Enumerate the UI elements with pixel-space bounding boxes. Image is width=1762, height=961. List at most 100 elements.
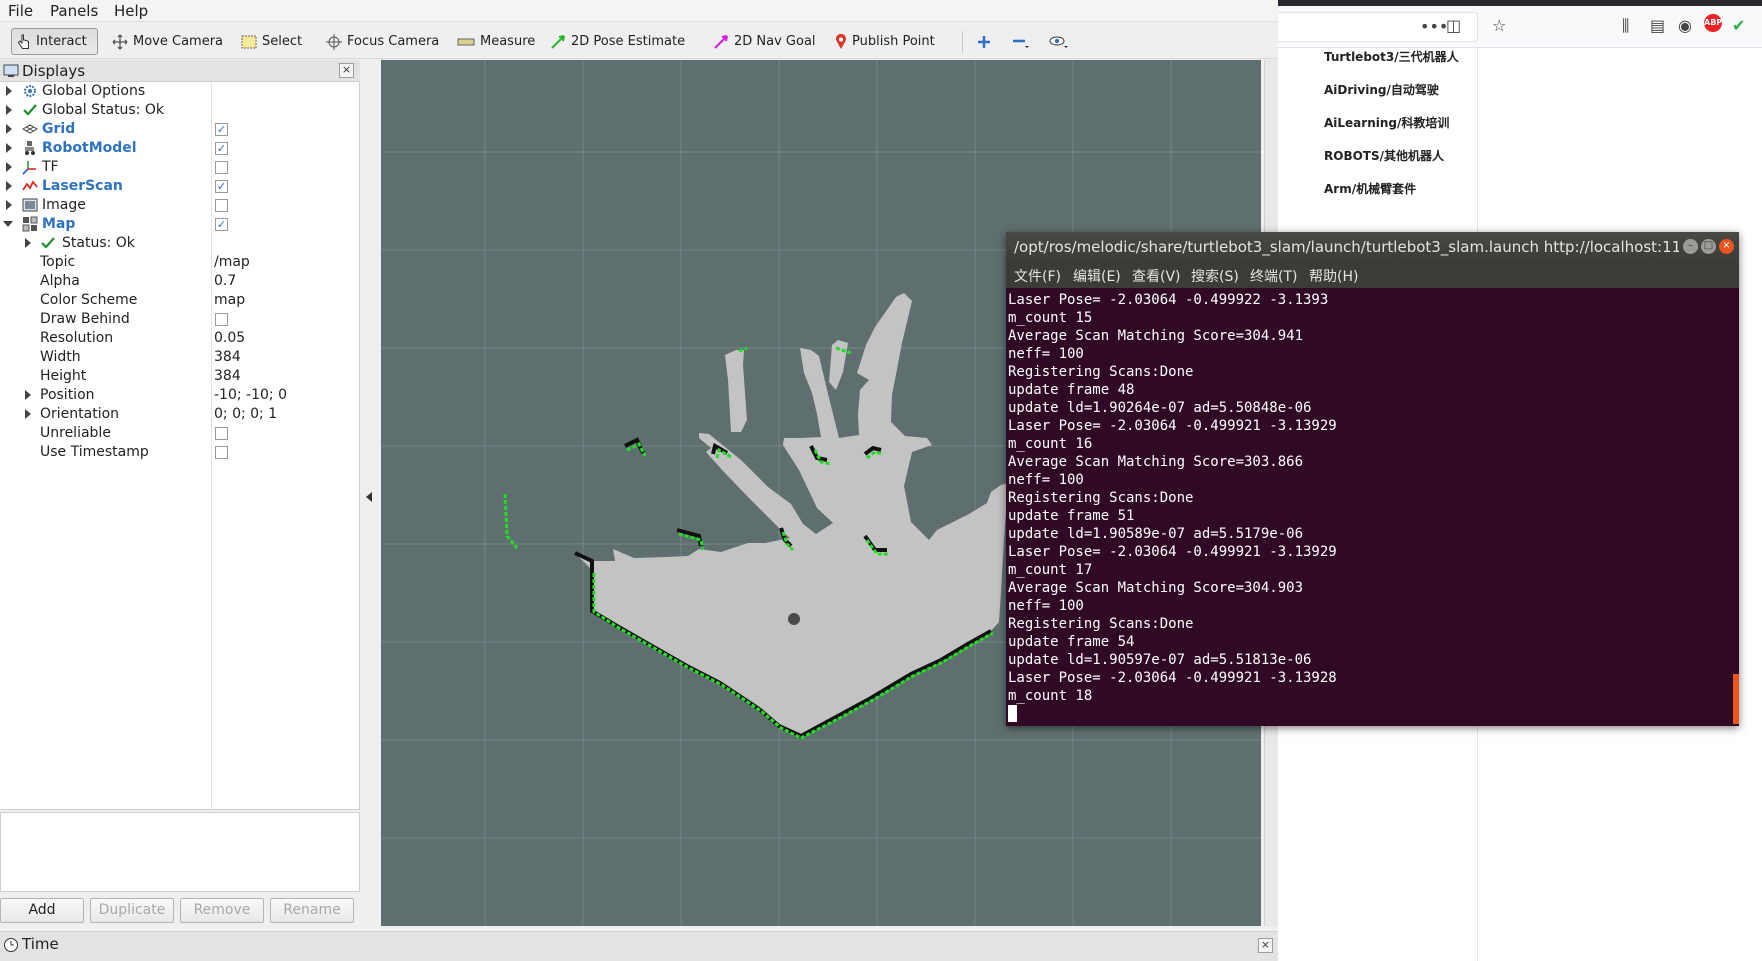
remove-tool-button[interactable] xyxy=(1007,28,1035,55)
maximize-button[interactable]: □ xyxy=(1701,239,1716,254)
terminal-line: Average Scan Matching Score=303.866 xyxy=(1008,454,1304,470)
menu-help[interactable]: Help xyxy=(114,2,148,20)
close-button[interactable]: × xyxy=(1719,239,1734,254)
image-enabled-checkbox[interactable] xyxy=(215,199,228,212)
tree-row-topic[interactable]: Topic /map xyxy=(0,253,360,272)
use-timestamp-checkbox[interactable] xyxy=(215,446,228,459)
pose-estimate-button[interactable]: 2D Pose Estimate xyxy=(545,28,690,55)
tree-row-laserscan[interactable]: LaserScan ✓ xyxy=(0,177,360,196)
position-value: -10; -10; 0 xyxy=(214,387,287,403)
select-tool-button[interactable]: Select xyxy=(236,28,307,55)
rename-display-button[interactable]: Rename xyxy=(270,898,354,923)
laserscan-enabled-checkbox[interactable]: ✓ xyxy=(215,180,228,193)
pocket-icon[interactable]: ◫ xyxy=(1446,16,1461,35)
menubar: File Panels Help xyxy=(0,0,1278,22)
star-icon[interactable]: ☆ xyxy=(1492,16,1506,35)
time-panel-close-button[interactable]: × xyxy=(1258,938,1273,953)
minimize-button[interactable]: – xyxy=(1683,239,1698,254)
ruler-icon xyxy=(457,38,475,45)
laserscan-icon xyxy=(22,180,38,191)
move-camera-label: Move Camera xyxy=(133,34,224,49)
terminal-line: update ld=1.90597e-07 ad=5.51813e-06 xyxy=(1008,652,1312,668)
terminal-line: Registering Scans:Done xyxy=(1008,490,1194,506)
menu-file[interactable]: File xyxy=(8,2,33,20)
measure-tool-button[interactable]: Measure xyxy=(452,28,540,55)
terminal-line: Registering Scans:Done xyxy=(1008,364,1194,380)
publish-point-button[interactable]: Publish Point xyxy=(830,28,940,55)
terminal-title: /opt/ros/melodic/share/turtlebot3_slam/l… xyxy=(1014,238,1679,256)
terminal-output[interactable]: Laser Pose= -2.03064 -0.499922 -3.1393 m… xyxy=(1006,288,1739,726)
view-options-button[interactable] xyxy=(1044,28,1074,55)
tree-row-image[interactable]: Image xyxy=(0,196,360,215)
terminal-menu-file[interactable]: 文件(F) xyxy=(1014,266,1061,286)
tree-row-unreliable[interactable]: Unreliable xyxy=(0,424,360,443)
interact-tool-button[interactable]: Interact xyxy=(11,28,98,55)
nav-link-turtlebot3[interactable]: Turtlebot3/三代机器人 xyxy=(1324,48,1459,65)
more-dots-icon[interactable]: ••• xyxy=(1420,17,1448,36)
tree-row-width[interactable]: Width 384 xyxy=(0,348,360,367)
panel-collapse-handle[interactable] xyxy=(362,60,376,935)
displays-panel: Displays × Global Options Global Status:… xyxy=(0,60,360,935)
sidebar-icon[interactable]: ▤ xyxy=(1650,16,1665,35)
tree-row-color-scheme[interactable]: Color Scheme map xyxy=(0,291,360,310)
duplicate-display-button[interactable]: Duplicate xyxy=(90,898,174,923)
add-display-button[interactable]: Add xyxy=(0,898,84,923)
nav-link-arm[interactable]: Arm/机械臂套件 xyxy=(1324,180,1416,197)
robot-icon xyxy=(25,141,35,155)
terminal-line: m_count 17 xyxy=(1008,562,1093,578)
tree-row-use-timestamp[interactable]: Use Timestamp xyxy=(0,443,360,462)
robotmodel-enabled-checkbox[interactable]: ✓ xyxy=(215,142,228,155)
tree-row-draw-behind[interactable]: Draw Behind xyxy=(0,310,360,329)
nav-link-ailearning[interactable]: AiLearning/科教培训 xyxy=(1324,114,1449,131)
adblock-icon[interactable]: ABP xyxy=(1704,14,1722,32)
tree-row-map-status[interactable]: Status: Ok xyxy=(0,234,360,253)
tree-row-map[interactable]: Map ✓ xyxy=(0,215,360,234)
tf-enabled-checkbox[interactable] xyxy=(215,161,228,174)
shield-icon[interactable]: ✔ xyxy=(1732,16,1745,35)
tree-row-height[interactable]: Height 384 xyxy=(0,367,360,386)
alpha-value[interactable]: 0.7 xyxy=(214,273,236,289)
column-divider[interactable] xyxy=(211,82,212,810)
focus-camera-button[interactable]: Focus Camera xyxy=(321,28,444,55)
terminal-menu-help[interactable]: 帮助(H) xyxy=(1309,266,1358,286)
move-camera-button[interactable]: Move Camera xyxy=(107,28,228,55)
tree-row-global-status[interactable]: Global Status: Ok xyxy=(0,101,360,120)
terminal-menu-search[interactable]: 搜索(S) xyxy=(1191,266,1239,286)
tree-row-robotmodel[interactable]: RobotModel ✓ xyxy=(0,139,360,158)
tree-row-position[interactable]: Position -10; -10; 0 xyxy=(0,386,360,405)
grid-enabled-checkbox[interactable]: ✓ xyxy=(215,123,228,136)
nav-link-robots[interactable]: ROBOTS/其他机器人 xyxy=(1324,147,1444,164)
terminal-window[interactable]: /opt/ros/melodic/share/turtlebot3_slam/l… xyxy=(1006,232,1739,726)
map-enabled-checkbox[interactable]: ✓ xyxy=(215,218,228,231)
tree-row-tf[interactable]: TF xyxy=(0,158,360,177)
gear-icon xyxy=(24,85,36,97)
draw-behind-checkbox[interactable] xyxy=(215,313,228,326)
color-scheme-value[interactable]: map xyxy=(214,292,245,308)
terminal-menu-edit[interactable]: 编辑(E) xyxy=(1073,266,1121,286)
menu-panels[interactable]: Panels xyxy=(50,2,98,20)
nav-link-aidriving[interactable]: AiDriving/自动驾驶 xyxy=(1324,81,1439,98)
tree-label: Image xyxy=(42,197,86,213)
tree-row-resolution[interactable]: Resolution 0.05 xyxy=(0,329,360,348)
account-icon[interactable]: ◉ xyxy=(1678,16,1692,35)
displays-close-button[interactable]: × xyxy=(339,63,354,78)
library-icon[interactable]: ⫼ xyxy=(1622,16,1629,36)
nav-goal-button[interactable]: 2D Nav Goal xyxy=(708,28,821,55)
terminal-titlebar[interactable]: /opt/ros/melodic/share/turtlebot3_slam/l… xyxy=(1006,232,1739,262)
terminal-scrollbar[interactable] xyxy=(1733,674,1739,724)
topic-value[interactable]: /map xyxy=(214,254,250,270)
add-tool-button[interactable] xyxy=(972,28,996,55)
tree-row-grid[interactable]: Grid ✓ xyxy=(0,120,360,139)
tree-row-global-options[interactable]: Global Options xyxy=(0,82,360,101)
url-bar[interactable]: ••• ◫ xyxy=(1278,12,1478,42)
terminal-menu-view[interactable]: 查看(V) xyxy=(1132,266,1181,286)
orientation-value: 0; 0; 0; 1 xyxy=(214,406,278,422)
terminal-menu-terminal[interactable]: 终端(T) xyxy=(1250,266,1297,286)
checkmark-icon xyxy=(23,104,37,116)
remove-display-button[interactable]: Remove xyxy=(180,898,264,923)
hand-pointer-icon xyxy=(17,34,29,49)
terminal-line: update ld=1.90589e-07 ad=5.5179e-06 xyxy=(1008,526,1304,542)
tree-row-alpha[interactable]: Alpha 0.7 xyxy=(0,272,360,291)
unreliable-checkbox[interactable] xyxy=(215,427,228,440)
tree-row-orientation[interactable]: Orientation 0; 0; 0; 1 xyxy=(0,405,360,424)
